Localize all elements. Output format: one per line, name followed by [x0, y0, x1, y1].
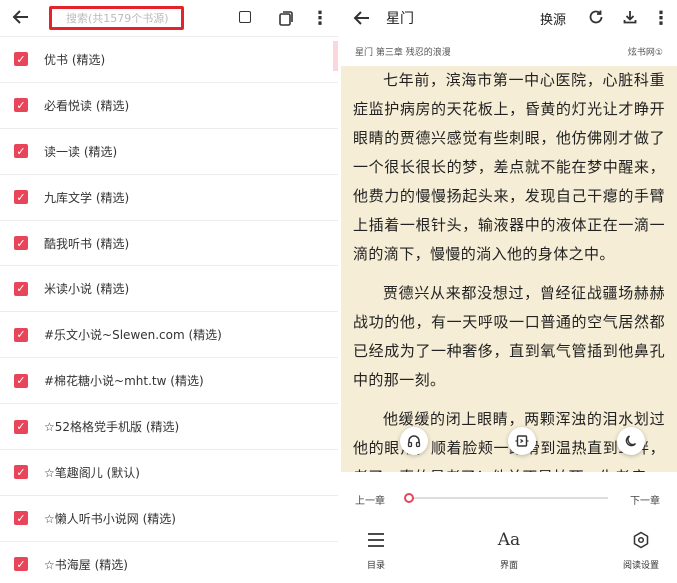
reader-bottom-menu: 上一章 下一章 目录 Aa 界面 阅读设置 [341, 472, 677, 583]
source-row[interactable]: ✓ #棉花糖小说~mht.tw (精选) [0, 357, 338, 403]
checkbox-checked-icon[interactable]: ✓ [14, 190, 28, 205]
source-name: 必看悦读 (精选) [44, 98, 130, 113]
book-title: 星门 [386, 11, 414, 27]
toc-button[interactable]: 目录 [346, 528, 406, 571]
reading-settings-button[interactable]: 阅读设置 [611, 528, 671, 571]
refresh-icon[interactable] [585, 6, 607, 28]
copy-icon[interactable] [276, 8, 296, 28]
checkbox-checked-icon[interactable]: ✓ [14, 236, 28, 250]
search-box[interactable] [49, 6, 184, 30]
source-label: 炫书网① [627, 47, 663, 58]
source-name: 酷我听书 (精选) [44, 236, 130, 251]
chapter-title: 星门 第三章 残忍的浪漫 [355, 47, 451, 58]
source-row[interactable]: ✓ 酷我听书 (精选) [0, 219, 338, 266]
source-name: ☆52格格党手机版 (精选) [44, 420, 180, 435]
source-name: ☆书海屋 (精选) [44, 557, 128, 572]
night-mode-icon[interactable] [617, 427, 645, 455]
more-vert-icon[interactable]: ⋮ [652, 6, 670, 30]
reading-settings-label: 阅读设置 [622, 561, 659, 571]
font-size-icon: Aa [497, 530, 521, 550]
source-row[interactable]: ✓ 必看悦读 (精选) [0, 81, 338, 128]
download-icon[interactable] [619, 6, 641, 28]
source-name: 优书 (精选) [44, 52, 106, 67]
source-row[interactable]: ✓ ☆52格格党手机版 (精选) [0, 403, 338, 449]
interface-button[interactable]: Aa 界面 [479, 528, 539, 571]
checkbox-checked-icon[interactable]: ✓ [14, 465, 28, 480]
more-vert-icon[interactable]: ⋮ [310, 6, 330, 30]
chapter-progress-slider[interactable] [409, 497, 608, 499]
auto-page-icon[interactable] [508, 427, 536, 455]
source-manager-toolbar: ⋮ [0, 0, 338, 36]
checkbox-checked-icon[interactable]: ✓ [14, 419, 28, 434]
next-chapter-button[interactable]: 下一章 [630, 492, 660, 507]
source-row[interactable]: ✓ #乐文小说~Slewen.com (精选) [0, 311, 338, 357]
change-source-button[interactable]: 换源 [540, 9, 566, 28]
checkbox-checked-icon[interactable]: ✓ [14, 98, 28, 113]
settings-hexagon-icon [632, 528, 650, 552]
checkbox-checked-icon[interactable]: ✓ [14, 511, 28, 526]
source-row[interactable]: ✓ ☆懒人听书小说网 (精选) [0, 494, 338, 541]
paragraph: 七年前，滨海市第一中心医院，心脏科重症监护病房的天花板上，昏黄的灯光让才睁开眼睛… [353, 71, 665, 263]
source-row[interactable]: ✓ 米读小说 (精选) [0, 265, 338, 311]
source-name: 九库文学 (精选) [44, 190, 130, 205]
reader-toolbar: 星门 换源 ⋮ [341, 0, 677, 36]
checkbox-checked-icon[interactable]: ✓ [14, 144, 28, 159]
source-name: ☆懒人听书小说网 (精选) [44, 511, 176, 526]
interface-label: 界面 [499, 561, 518, 571]
checkbox-checked-icon[interactable]: ✓ [14, 373, 28, 388]
select-all-icon[interactable] [236, 8, 254, 26]
toc-label: 目录 [366, 561, 385, 571]
checkbox-checked-icon[interactable]: ✓ [14, 327, 28, 342]
source-name: 读一读 (精选) [44, 144, 118, 159]
source-name: #乐文小说~Slewen.com (精选) [44, 328, 222, 343]
search-input[interactable] [66, 11, 181, 25]
source-row[interactable]: ✓ 优书 (精选) [0, 36, 338, 82]
source-row[interactable]: ✓ 九库文学 (精选) [0, 173, 338, 220]
source-row[interactable]: ✓ ☆笔趣阁儿 (默认) [0, 449, 338, 495]
paragraph: 贾德兴从来都没想过，曾经征战疆场赫赫战功的他，有一天呼吸一口普通的空气居然都已经… [353, 284, 665, 389]
source-name: 米读小说 (精选) [44, 282, 130, 297]
reader-panel: 星门 换源 ⋮ 星门 第三章 残忍的浪漫 炫书网① 七年前，滨海市第一中心医院，… [341, 0, 677, 583]
source-list: ✓ 优书 (精选) ✓ 必看悦读 (精选) ✓ 读一读 (精选) ✓ 九库文学 … [0, 36, 338, 583]
checkbox-checked-icon[interactable]: ✓ [14, 557, 28, 572]
menu-list-icon [367, 528, 385, 552]
source-row[interactable]: ✓ 读一读 (精选) [0, 127, 338, 174]
back-arrow-icon[interactable] [8, 4, 34, 30]
chapter-info-bar: 星门 第三章 残忍的浪漫 炫书网① [341, 36, 677, 66]
slider-thumb[interactable] [404, 493, 414, 503]
prev-chapter-button[interactable]: 上一章 [355, 492, 385, 507]
headphones-icon[interactable] [400, 427, 428, 455]
source-manager-panel: ⋮ ✓ 优书 (精选) ✓ 必看悦读 (精选) ✓ 读一读 (精选) ✓ 九库文… [0, 0, 338, 583]
back-arrow-icon[interactable] [349, 5, 375, 31]
source-row[interactable]: ✓ ☆书海屋 (精选) [0, 540, 338, 583]
checkbox-checked-icon[interactable]: ✓ [14, 52, 28, 67]
source-name: ☆笔趣阁儿 (默认) [44, 465, 140, 480]
checkbox-checked-icon[interactable]: ✓ [14, 281, 28, 296]
source-name: #棉花糖小说~mht.tw (精选) [44, 374, 204, 389]
reading-area[interactable]: 七年前，滨海市第一中心医院，心脏科重症监护病房的天花板上，昏黄的灯光让才睁开眼睛… [341, 66, 677, 472]
